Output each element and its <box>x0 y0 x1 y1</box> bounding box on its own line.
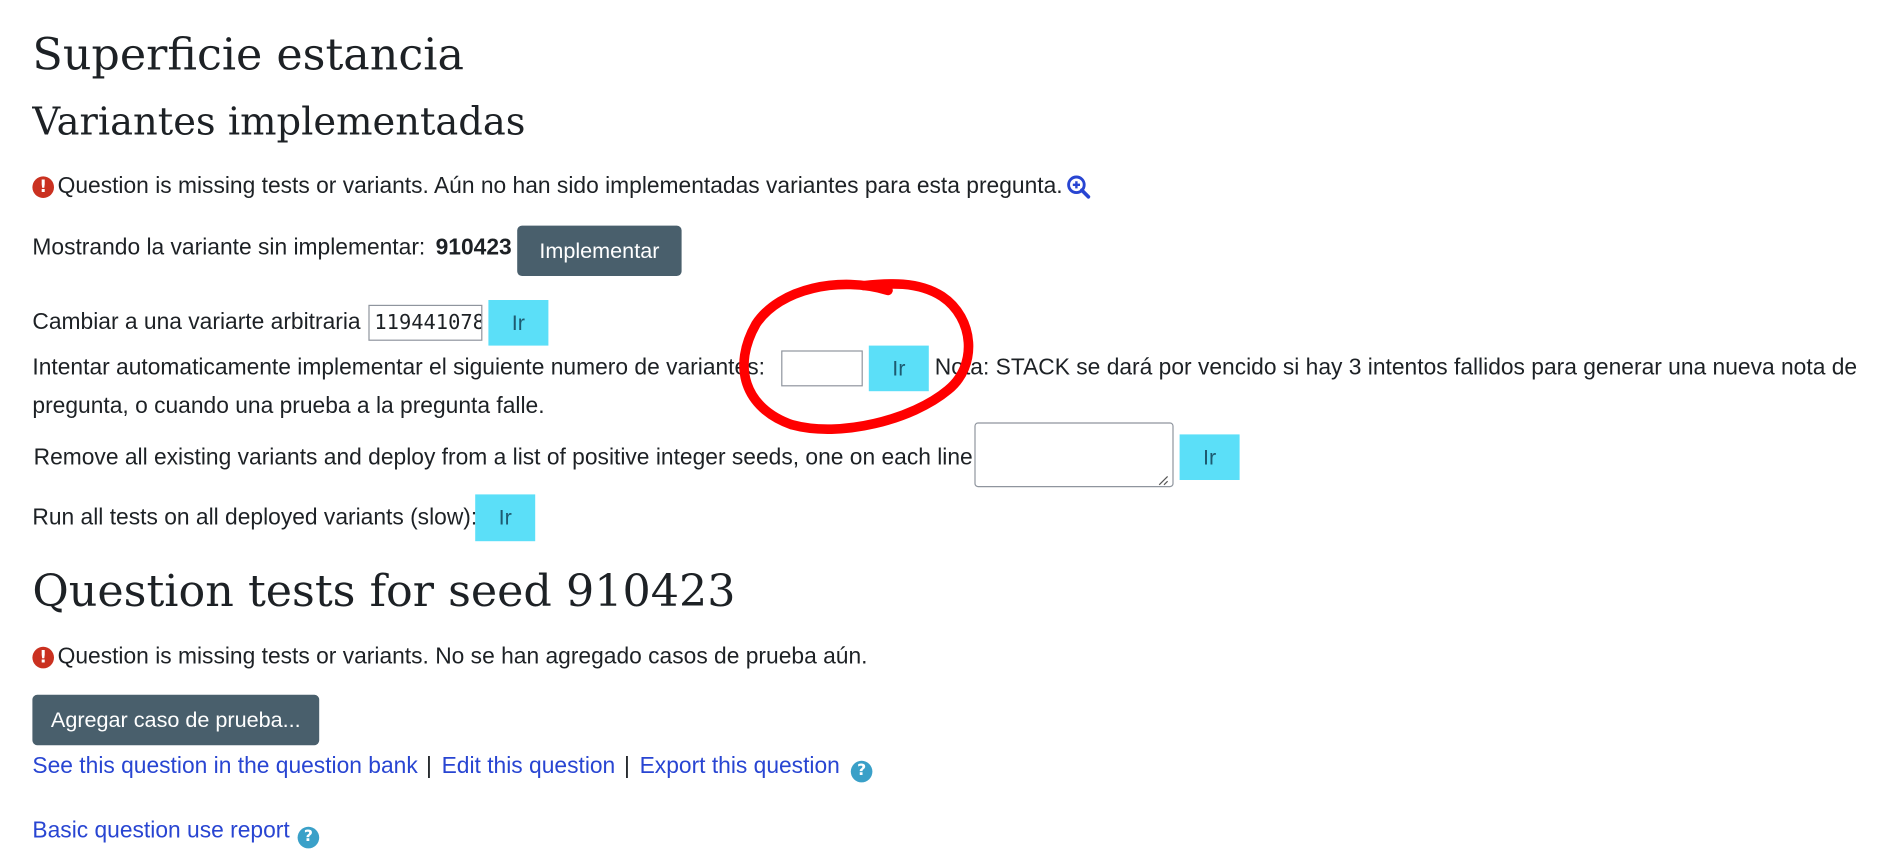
add-test-case-button[interactable]: Agregar caso de prueba... <box>32 694 320 746</box>
auto-deploy-note-line2: pregunta, o cuando una prueba a la pregu… <box>32 393 545 419</box>
edit-question-link[interactable]: Edit this question <box>442 754 616 780</box>
variants-heading: Variantes implementadas <box>32 98 526 144</box>
exclamation-circle-icon: ! <box>32 176 55 199</box>
deploy-button[interactable]: Implementar <box>517 225 682 276</box>
undeployed-variant-label: Mostrando la variante sin implementar: <box>32 235 426 261</box>
question-circle-icon[interactable]: ? <box>850 760 873 783</box>
page-title: Superficie estancia <box>32 28 464 81</box>
usage-report-link[interactable]: Basic question use report <box>32 818 289 844</box>
switch-variant-go-button[interactable]: Ir <box>488 300 549 346</box>
switch-variant-input[interactable]: 119441078 <box>368 304 483 341</box>
export-question-link[interactable]: Export this question <box>640 754 840 780</box>
auto-deploy-note-line1: Nota: STACK se dará por vencido si hay 3… <box>934 355 1858 381</box>
resize-handle-icon[interactable] <box>1157 470 1169 486</box>
tests-heading: Question tests for seed 910423 <box>32 565 736 617</box>
annotation-circle <box>739 279 974 434</box>
page-content: Superficie estancia Variantes implementa… <box>0 0 1879 868</box>
deploy-from-list-go-button[interactable]: Ir <box>1179 434 1240 481</box>
link-separator: | <box>426 753 432 779</box>
auto-deploy-label: Intentar automaticamente implementar el … <box>32 355 765 381</box>
seed-list-textarea[interactable] <box>974 422 1174 488</box>
zoom-in-icon[interactable] <box>1066 174 1092 200</box>
exclamation-circle-icon: ! <box>32 646 55 669</box>
question-bank-link[interactable]: See this question in the question bank <box>32 754 417 780</box>
question-circle-icon[interactable]: ? <box>297 826 320 849</box>
undeployed-seed: 910423 <box>435 235 512 261</box>
link-separator: | <box>624 753 630 779</box>
deploy-from-list-label: Remove all existing variants and deploy … <box>33 445 980 471</box>
run-tests-label: Run all tests on all deployed variants (… <box>32 505 478 531</box>
switch-variant-label: Cambiar a una variarte arbitraria <box>32 309 361 335</box>
variants-missing-warning: Question is missing tests or variants. A… <box>57 174 1063 200</box>
run-tests-go-button[interactable]: Ir <box>475 494 536 542</box>
tests-missing-warning: Question is missing tests or variants. N… <box>57 644 868 670</box>
